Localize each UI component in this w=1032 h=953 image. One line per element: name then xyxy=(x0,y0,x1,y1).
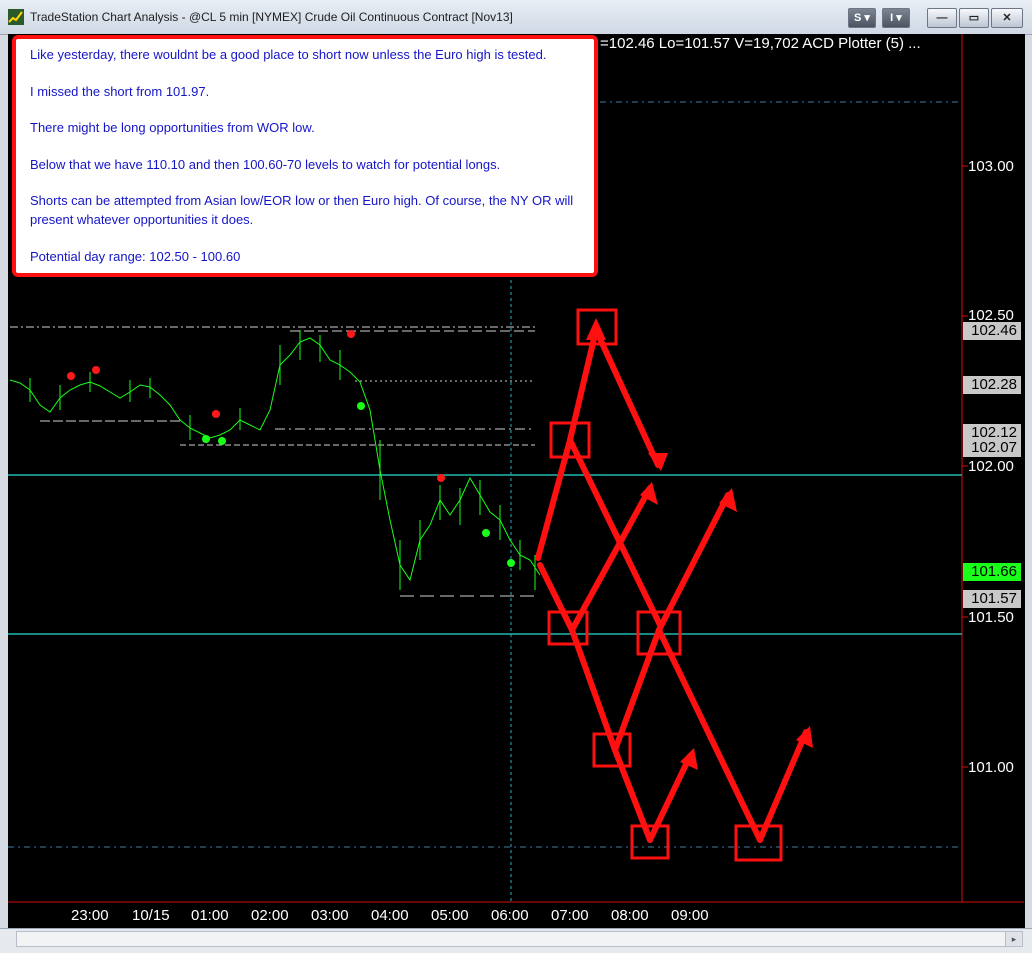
horizontal-scrollbar[interactable]: ▸ xyxy=(16,931,1023,947)
price-marker: 101.57 xyxy=(963,590,1021,608)
note-line: Below that we have 110.10 and then 100.6… xyxy=(30,156,501,172)
time-axis-label: 23:00 xyxy=(71,907,109,924)
ohlc-readout: =102.46 Lo=101.57 V=19,702 ACD Plotter (… xyxy=(600,35,921,52)
time-axis-label: 07:00 xyxy=(551,907,589,924)
price-marker: 102.28 xyxy=(963,376,1021,394)
scroll-right-arrow-icon[interactable]: ▸ xyxy=(1005,932,1022,946)
price-axis-label: 102.00 xyxy=(968,458,1014,475)
price-bar-ticks xyxy=(29,330,536,590)
analysis-note[interactable]: Like yesterday, there wouldnt be a good … xyxy=(12,35,598,277)
price-marker-last: 101.66 xyxy=(963,563,1021,581)
time-axis-label: 02:00 xyxy=(251,907,289,924)
time-axis-label: 03:00 xyxy=(311,907,349,924)
note-line: I missed the short from 101.97. xyxy=(30,83,210,99)
scenario-arrows xyxy=(535,327,809,843)
price-marker: 102.46 xyxy=(963,322,1021,340)
price-axis-label: 101.50 xyxy=(968,609,1014,626)
note-line: Potential day range: 102.50 - 100.60 xyxy=(30,248,241,264)
time-axis-label: 05:00 xyxy=(431,907,469,924)
time-axis-label: 01:00 xyxy=(191,907,229,924)
note-line: There might be long opportunities from W… xyxy=(30,120,315,135)
note-line: Shorts can be attempted from Asian low/E… xyxy=(30,193,574,227)
signal-dots xyxy=(67,330,515,567)
time-axis-label: 04:00 xyxy=(371,907,409,924)
time-axis-label: 06:00 xyxy=(491,907,529,924)
reference-lines xyxy=(10,326,535,597)
time-axis-label: 09:00 xyxy=(671,907,709,924)
price-axis-label: 101.00 xyxy=(968,759,1014,776)
note-line: Like yesterday, there wouldnt be a good … xyxy=(30,47,547,62)
time-axis-label: 08:00 xyxy=(611,907,649,924)
time-axis-label: 10/15 xyxy=(132,907,170,924)
price-marker: 102.07 xyxy=(963,439,1021,457)
price-axis-label: 103.00 xyxy=(968,158,1014,175)
